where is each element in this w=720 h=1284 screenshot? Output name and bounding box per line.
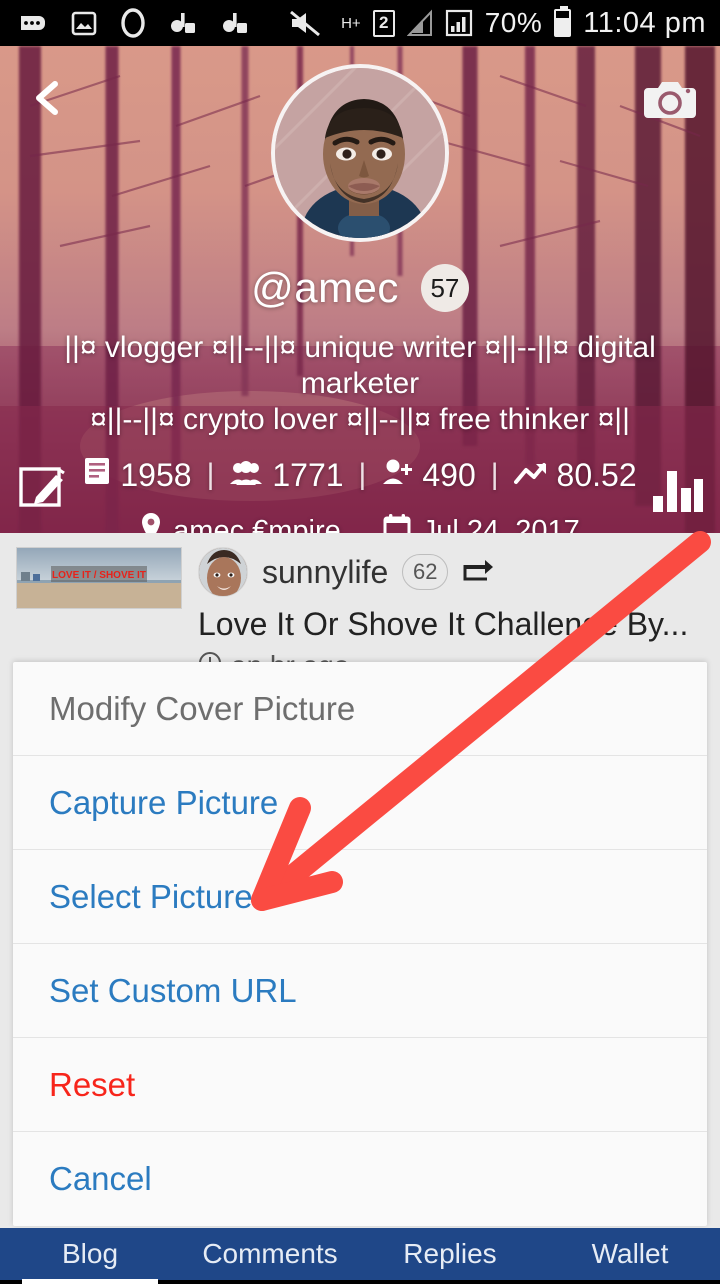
bottom-navigation: Blog Comments Replies Wallet	[0, 1228, 720, 1284]
tab-blog[interactable]: Blog	[0, 1238, 180, 1284]
tab-comments[interactable]: Comments	[180, 1238, 360, 1270]
cancel-option[interactable]: Cancel	[13, 1132, 707, 1226]
tab-wallet[interactable]: Wallet	[540, 1238, 720, 1270]
reset-option[interactable]: Reset	[13, 1038, 707, 1132]
tab-replies[interactable]: Replies	[360, 1238, 540, 1270]
modify-cover-picture-action-sheet: Modify Cover Picture Capture Picture Sel…	[13, 662, 707, 1226]
capture-picture-option[interactable]: Capture Picture	[13, 756, 707, 850]
set-custom-url-option[interactable]: Set Custom URL	[13, 944, 707, 1038]
select-picture-option[interactable]: Select Picture	[13, 850, 707, 944]
action-sheet-title: Modify Cover Picture	[13, 662, 707, 756]
